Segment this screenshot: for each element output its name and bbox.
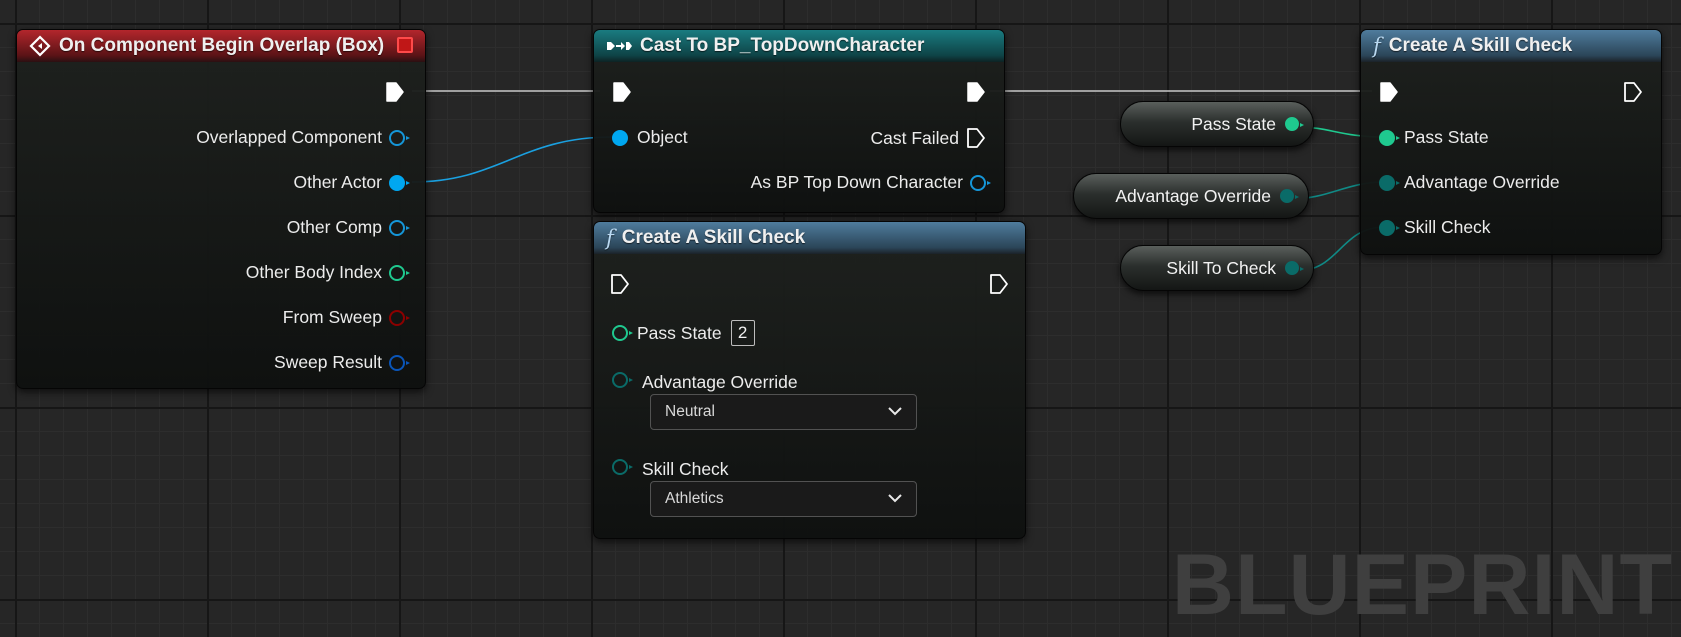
skill-lower-pass-state-row[interactable]: Pass State 2 [612, 320, 755, 346]
cast-arrows-icon [606, 38, 632, 54]
skill-check-upper-title: Create A Skill Check [1388, 35, 1573, 56]
pin-label: As BP Top Down Character [750, 172, 963, 192]
object-pin-icon[interactable] [970, 174, 991, 191]
int-pin-icon[interactable] [612, 325, 633, 341]
object-pin-connected-icon[interactable] [612, 129, 628, 146]
chevron-down-icon [888, 490, 902, 508]
pin-other-comp[interactable]: Other Comp [286, 217, 410, 238]
cast-node-title: Cast To BP_TopDownCharacter [640, 35, 925, 56]
enum-pin-icon[interactable] [612, 372, 633, 388]
exec-out-pin-icon[interactable] [1623, 81, 1643, 103]
bool-pin-icon[interactable] [389, 309, 410, 326]
cast-failed-pin-row[interactable]: Cast Failed [870, 127, 986, 149]
skill-check-node-upper[interactable]: f Create A Skill Check Pass State Advant… [1360, 29, 1662, 255]
pin-label: Other Comp [286, 217, 382, 237]
enum-pin-icon[interactable] [612, 459, 633, 475]
enum-pin-connected-icon[interactable] [1280, 189, 1299, 203]
pin-label: Skill Check [642, 459, 729, 479]
event-node-title: On Component Begin Overlap (Box) [59, 35, 385, 56]
pin-label: Other Actor [293, 172, 382, 192]
event-stop-icon[interactable] [397, 37, 413, 53]
exec-out-pin-icon[interactable] [989, 273, 1009, 295]
pin-label: Sweep Result [274, 352, 382, 372]
cast-node[interactable]: Cast To BP_TopDownCharacter Object Cast … [593, 29, 1005, 213]
skill-upper-exec-out-row[interactable] [1623, 81, 1643, 103]
advantage-override-dropdown[interactable]: Neutral [650, 394, 917, 430]
struct-pin-icon[interactable] [389, 354, 410, 371]
var-node-advantage-override[interactable]: Advantage Override [1073, 173, 1309, 219]
var-node-skill-to-check[interactable]: Skill To Check [1120, 245, 1314, 291]
skill-upper-pass-state-row[interactable]: Pass State [1379, 127, 1489, 148]
pin-label: Other Body Index [245, 262, 382, 282]
skill-lower-advantage-pin[interactable] [612, 372, 633, 388]
dropdown-value: Neutral [665, 403, 715, 420]
event-node-overlap[interactable]: On Component Begin Overlap (Box) Overlap… [16, 29, 426, 389]
pass-state-value-input[interactable]: 2 [730, 320, 755, 346]
exec-out-pin-icon[interactable] [966, 81, 986, 103]
var-label: Pass State [1191, 113, 1276, 134]
int-pin-icon[interactable] [389, 264, 410, 281]
chevron-down-icon [888, 403, 902, 421]
pin-label: Pass State [637, 322, 722, 343]
pin-label: Skill Check [1404, 217, 1491, 237]
skill-upper-skill-row[interactable]: Skill Check [1379, 217, 1491, 238]
skill-check-lower-title: Create A Skill Check [621, 227, 806, 248]
dropdown-value: Athletics [665, 490, 724, 507]
pin-label: Overlapped Component [196, 127, 382, 147]
pin-from-sweep[interactable]: From Sweep [282, 307, 410, 328]
var-label: Advantage Override [1115, 185, 1271, 206]
pin-label: From Sweep [282, 307, 382, 327]
pin-label: Advantage Override [642, 372, 798, 392]
skill-check-upper-header[interactable]: f Create A Skill Check [1361, 30, 1661, 62]
skill-check-dropdown[interactable]: Athletics [650, 481, 917, 517]
int-pin-connected-icon[interactable] [1285, 117, 1304, 131]
exec-in-pin-icon[interactable] [610, 273, 630, 295]
skill-lower-exec-in-row[interactable] [610, 273, 630, 295]
skill-check-node-lower[interactable]: f Create A Skill Check Pass State 2 Adva… [593, 221, 1026, 539]
pin-sweep-result[interactable]: Sweep Result [274, 352, 410, 373]
function-icon: f [606, 226, 614, 250]
event-exec-out-row[interactable] [385, 81, 405, 103]
skill-lower-skill-label-row: Skill Check [642, 459, 729, 480]
event-diamond-icon [29, 35, 51, 57]
pin-label: Pass State [1404, 127, 1489, 147]
pin-other-actor[interactable]: Other Actor [293, 172, 410, 193]
event-node-header[interactable]: On Component Begin Overlap (Box) [17, 30, 425, 62]
var-node-pass-state[interactable]: Pass State [1120, 101, 1314, 147]
enum-pin-connected-icon[interactable] [1285, 261, 1304, 275]
cast-exec-in-row[interactable] [612, 81, 632, 103]
pin-other-body-index[interactable]: Other Body Index [245, 262, 410, 283]
exec-in-pin-icon[interactable] [612, 81, 632, 103]
int-pin-connected-icon[interactable] [1379, 129, 1400, 146]
exec-in-pin-icon[interactable] [1379, 81, 1399, 103]
pin-label: Cast Failed [870, 127, 959, 148]
pin-overlapped-component[interactable]: Overlapped Component [196, 127, 410, 148]
cast-node-header[interactable]: Cast To BP_TopDownCharacter [594, 30, 1004, 62]
pin-label: Advantage Override [1404, 172, 1560, 192]
cast-object-pin-row[interactable]: Object [612, 127, 688, 148]
object-pin-connected-icon[interactable] [389, 174, 410, 191]
skill-check-lower-header[interactable]: f Create A Skill Check [594, 222, 1025, 254]
cast-exec-out-row[interactable] [966, 81, 986, 103]
object-wire-actor-to-cast [411, 136, 613, 183]
enum-pin-connected-icon[interactable] [1379, 174, 1400, 191]
skill-upper-exec-in-row[interactable] [1379, 81, 1399, 103]
function-icon: f [1373, 34, 1381, 58]
skill-lower-advantage-label-row: Advantage Override [642, 372, 798, 393]
skill-lower-exec-out-row[interactable] [989, 273, 1009, 295]
cast-as-character-pin-row[interactable]: As BP Top Down Character [750, 172, 991, 193]
var-label: Skill To Check [1166, 257, 1276, 278]
skill-upper-advantage-row[interactable]: Advantage Override [1379, 172, 1560, 193]
pin-label: Object [637, 127, 688, 147]
object-pin-icon[interactable] [389, 129, 410, 146]
exec-out-pin-icon[interactable] [966, 127, 986, 149]
skill-lower-skill-pin[interactable] [612, 459, 633, 475]
exec-out-pin-icon[interactable] [385, 81, 405, 103]
enum-pin-connected-icon[interactable] [1379, 219, 1400, 236]
object-pin-icon[interactable] [389, 219, 410, 236]
